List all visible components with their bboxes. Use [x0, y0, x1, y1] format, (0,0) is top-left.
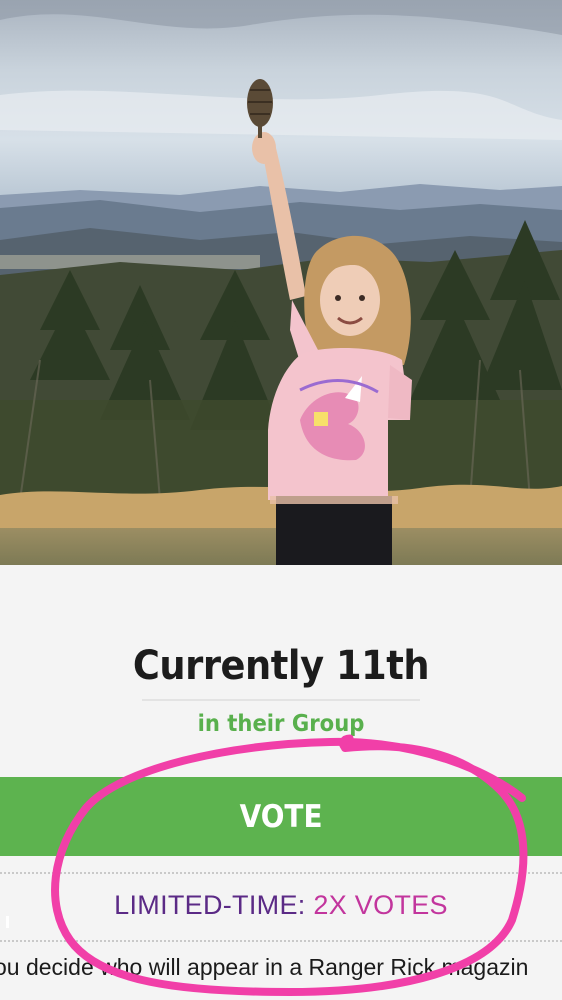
- contestant-photo: [0, 0, 562, 565]
- promo-description: ou decide who will appear in a Ranger Ri…: [0, 954, 529, 980]
- promo-divider-bottom: [0, 940, 562, 942]
- edge-marker: [6, 916, 9, 928]
- vote-button[interactable]: VOTE: [0, 777, 562, 856]
- promo-label: LIMITED-TIME:: [114, 890, 306, 920]
- rank-subtitle: in their Group: [197, 711, 365, 737]
- promo-divider-top: [0, 872, 562, 874]
- promo-highlight: 2X VOTES: [313, 890, 448, 920]
- limited-time-link[interactable]: LIMITED-TIME: 2X VOTES: [0, 890, 562, 921]
- rank-title: Currently 11th: [132, 643, 430, 689]
- rank-panel: Currently 11th in their Group: [0, 565, 562, 777]
- promo-section: LIMITED-TIME: 2X VOTES ou decide who wil…: [0, 856, 562, 1000]
- rank-divider: [142, 699, 420, 701]
- vote-button-label: VOTE: [239, 798, 323, 835]
